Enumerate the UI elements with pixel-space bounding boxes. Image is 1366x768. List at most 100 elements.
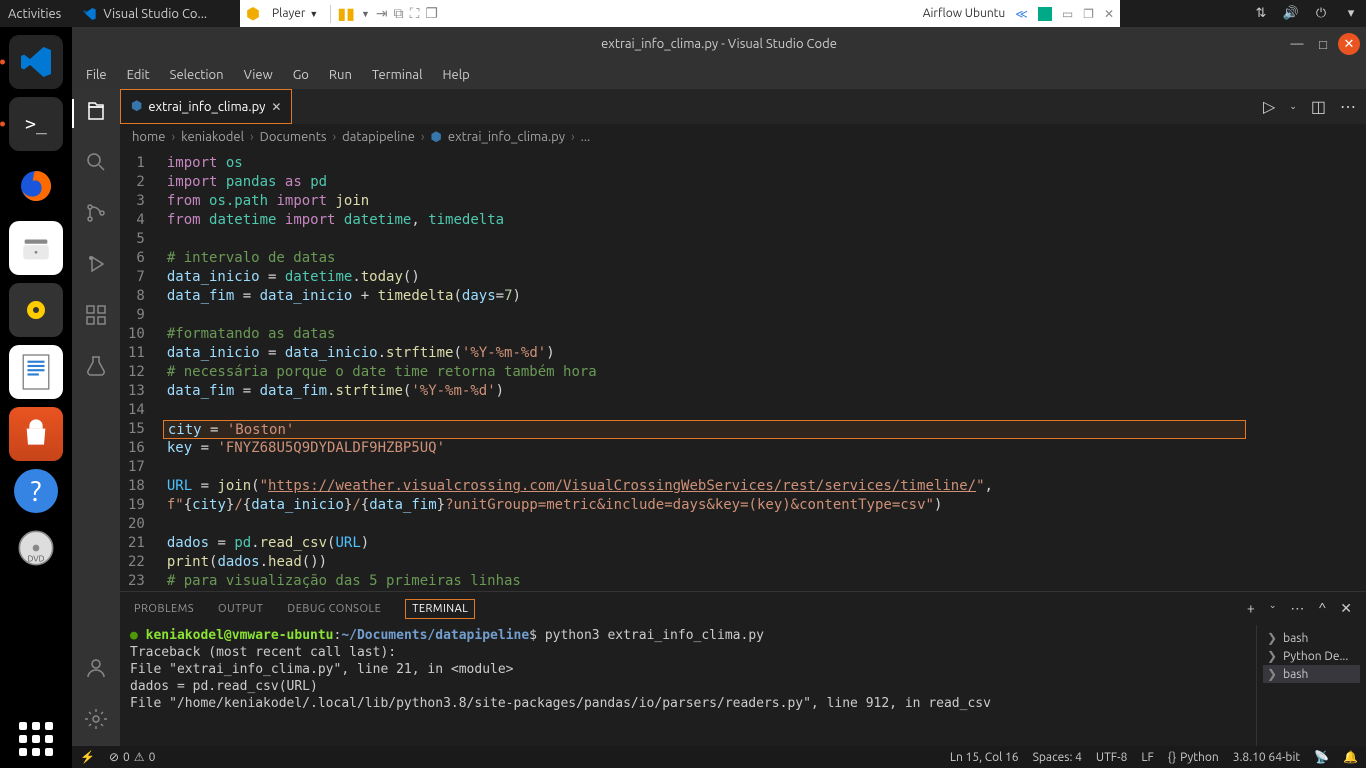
code-line[interactable]: [163, 401, 1366, 420]
code-line[interactable]: data_fim = data_fim.strftime('%Y-%m-%d'): [163, 382, 1366, 401]
vm-minimize-icon[interactable]: ▭: [1062, 7, 1073, 21]
code-line[interactable]: import pandas as pd: [163, 173, 1366, 192]
terminal-dropdown-icon[interactable]: ⌄: [1269, 600, 1277, 617]
terminal-session[interactable]: ❯ bash: [1263, 629, 1360, 647]
activities-button[interactable]: Activities: [8, 7, 61, 21]
explorer-icon[interactable]: [72, 99, 120, 128]
pause-icon[interactable]: ▮▮: [337, 4, 355, 23]
panel-tab-debug-console[interactable]: DEBUG CONSOLE: [287, 603, 381, 615]
panel-tab-output[interactable]: OUTPUT: [218, 603, 263, 615]
dock-terminal[interactable]: >_: [9, 97, 63, 151]
vm-close-icon[interactable]: ✕: [1104, 7, 1114, 21]
code-line[interactable]: [163, 230, 1366, 249]
terminal-session[interactable]: ❯ bash: [1263, 665, 1360, 683]
breadcrumb-segment[interactable]: home: [132, 130, 165, 144]
vm-fullscreen-icon[interactable]: ⛶: [410, 5, 420, 22]
menu-file[interactable]: File: [78, 66, 115, 84]
code-line[interactable]: URL = join("https://weather.visualcrossi…: [163, 477, 1366, 496]
code-line[interactable]: f"{city}/{data_inicio}/{data_fim}?unitGr…: [163, 496, 1366, 515]
terminal-content[interactable]: ● keniakodel@vmware-ubuntu:~/Documents/d…: [120, 625, 1256, 746]
dock-apps-grid[interactable]: [19, 722, 53, 756]
vm-send-icon[interactable]: ⇥: [376, 5, 388, 22]
debug-icon[interactable]: [84, 252, 108, 281]
testing-icon[interactable]: [84, 354, 108, 383]
menu-selection[interactable]: Selection: [162, 66, 232, 84]
menu-go[interactable]: Go: [285, 66, 317, 84]
panel-tab-problems[interactable]: PROBLEMS: [134, 603, 194, 615]
breadcrumb[interactable]: home›keniakodel›Documents›datapipeline›⬢…: [120, 124, 1366, 150]
vm-unity-icon[interactable]: ❐: [425, 5, 438, 22]
search-icon[interactable]: [84, 150, 108, 179]
tab-close-icon[interactable]: ✕: [271, 100, 281, 114]
status-python[interactable]: 3.8.10 64-bit: [1233, 751, 1300, 764]
volume-icon[interactable]: 🔊: [1284, 7, 1298, 21]
power-icon[interactable]: ⏻: [1314, 7, 1328, 21]
minimap[interactable]: [1252, 150, 1352, 591]
new-terminal-icon[interactable]: +: [1247, 600, 1255, 617]
dock-files[interactable]: [9, 221, 63, 275]
status-lncol[interactable]: Ln 15, Col 16: [950, 751, 1019, 764]
code-line[interactable]: import os: [163, 154, 1366, 173]
chevron-down-icon[interactable]: ▾: [1344, 7, 1358, 21]
code-line[interactable]: from datetime import datetime, timedelta: [163, 211, 1366, 230]
status-spaces[interactable]: Spaces: 4: [1033, 751, 1082, 764]
network-icon[interactable]: ⇅: [1254, 7, 1268, 21]
vm-dropdown-icon[interactable]: ▼: [361, 9, 370, 19]
dock-rhythmbox[interactable]: [9, 283, 63, 337]
menu-terminal[interactable]: Terminal: [364, 66, 431, 84]
panel-close-icon[interactable]: ✕: [1340, 600, 1352, 617]
window-close[interactable]: ✕: [1338, 33, 1360, 55]
run-dropdown-icon[interactable]: ⌄: [1289, 101, 1297, 112]
code-editor[interactable]: 1234567891011121314151617181920212223 im…: [120, 150, 1366, 591]
dock-disk[interactable]: DVD: [9, 521, 63, 575]
panel-tab-terminal[interactable]: TERMINAL: [405, 599, 475, 619]
breadcrumb-segment[interactable]: keniakodel: [181, 130, 244, 144]
status-bell-icon[interactable]: 🔔: [1343, 750, 1358, 764]
code-line[interactable]: # para visualização das 5 primeiras linh…: [163, 572, 1366, 591]
split-editor-icon[interactable]: ◫: [1311, 97, 1326, 116]
tab-extrai-info-clima[interactable]: ⬢ extrai_info_clima.py ✕: [120, 89, 292, 124]
dock-vscode[interactable]: [9, 35, 63, 89]
menu-edit[interactable]: Edit: [119, 66, 158, 84]
scm-icon[interactable]: [84, 201, 108, 230]
breadcrumb-segment[interactable]: ...: [581, 130, 591, 144]
panel-more-icon[interactable]: ⋯: [1290, 600, 1304, 617]
vm-back-icon[interactable]: ≪: [1015, 7, 1028, 21]
run-icon[interactable]: ▷: [1263, 97, 1275, 116]
player-menu[interactable]: Player ▼: [266, 5, 324, 22]
current-app[interactable]: Visual Studio Co...: [81, 6, 207, 22]
code-line[interactable]: city = 'Boston': [163, 420, 1246, 439]
code-line[interactable]: [163, 515, 1366, 534]
remote-icon[interactable]: ⚡: [80, 750, 95, 764]
code-line[interactable]: # intervalo de datas: [163, 249, 1366, 268]
menu-view[interactable]: View: [236, 66, 281, 84]
code-line[interactable]: # necessária porque o date time retorna …: [163, 363, 1366, 382]
status-feedback-icon[interactable]: 📡: [1314, 750, 1329, 764]
gear-icon[interactable]: [84, 707, 108, 736]
panel-maximize-icon[interactable]: ^: [1318, 600, 1326, 617]
window-minimize[interactable]: —: [1286, 33, 1308, 55]
breadcrumb-segment[interactable]: extrai_info_clima.py: [448, 130, 565, 144]
status-lang[interactable]: {}Python: [1168, 751, 1219, 764]
code-line[interactable]: print(dados.head()): [163, 553, 1366, 572]
more-tab-actions-icon[interactable]: ⋯: [1340, 97, 1356, 116]
code-line[interactable]: data_inicio = data_inicio.strftime('%Y-%…: [163, 344, 1366, 363]
terminal-session[interactable]: ❯ Python De...: [1263, 647, 1360, 665]
status-encoding[interactable]: UTF-8: [1096, 751, 1127, 764]
window-maximize[interactable]: □: [1312, 33, 1334, 55]
breadcrumb-segment[interactable]: Documents: [260, 130, 327, 144]
menu-help[interactable]: Help: [434, 66, 477, 84]
menu-run[interactable]: Run: [321, 66, 360, 84]
code-line[interactable]: data_fim = data_inicio + timedelta(days=…: [163, 287, 1366, 306]
dock-firefox[interactable]: [9, 159, 63, 213]
dock-libreoffice[interactable]: [9, 345, 63, 399]
vm-snapshot-icon[interactable]: ⧉: [394, 5, 404, 22]
code-line[interactable]: dados = pd.read_csv(URL): [163, 534, 1366, 553]
account-icon[interactable]: [84, 656, 108, 685]
problems-count[interactable]: ⊘0 ⚠0: [109, 750, 155, 764]
code-line[interactable]: #formatando as datas: [163, 325, 1366, 344]
code-line[interactable]: from os.path import join: [163, 192, 1366, 211]
breadcrumb-segment[interactable]: datapipeline: [342, 130, 415, 144]
status-eol[interactable]: LF: [1141, 751, 1153, 764]
extensions-icon[interactable]: [84, 303, 108, 332]
